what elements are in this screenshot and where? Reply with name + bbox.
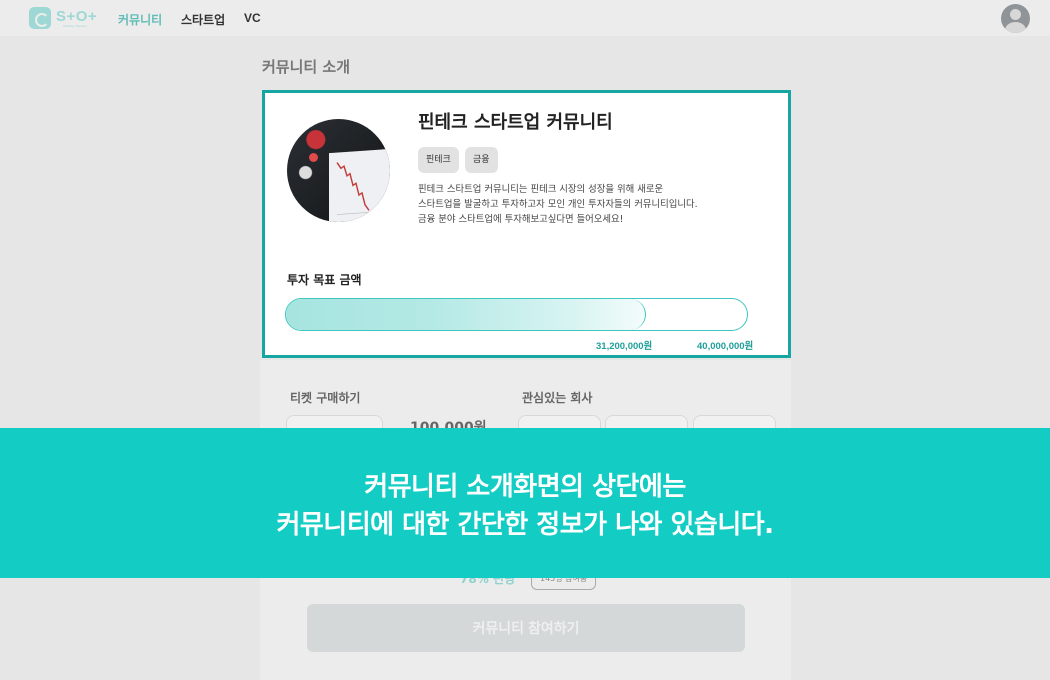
nav-vc[interactable]: VC — [244, 11, 261, 25]
description-line: 핀테크 스타트업 커뮤니티는 핀테크 시장의 성장을 위해 새로운 — [418, 184, 664, 195]
current-amount: 31,200,000원 — [596, 341, 653, 352]
nav-startup[interactable]: 스타트업 — [181, 11, 225, 28]
community-title: 핀테크 스타트업 커뮤니티 — [418, 112, 613, 133]
logo-text: S+O+ — [56, 8, 98, 25]
community-description: 핀테크 스타트업 커뮤니티는 핀테크 시장의 성장을 위해 새로운 스타트업을 … — [418, 182, 758, 227]
description-line: 스타트업을 발굴하고 투자하고자 모인 개인 투자자들의 커뮤니티입니다. — [418, 199, 698, 210]
progress-fill — [286, 299, 646, 330]
logo[interactable]: S+O+ Startup Owners — [29, 7, 101, 29]
tag-finance[interactable]: 금융 — [465, 147, 498, 173]
nav-community[interactable]: 커뮤니티 — [118, 11, 162, 28]
goal-label: 투자 목표 금액 — [287, 273, 362, 287]
banner-line-1: 커뮤니티 소개화면의 상단에는 — [364, 472, 686, 502]
stock-chart-icon — [329, 148, 390, 222]
tag-fintech[interactable]: 핀테크 — [418, 147, 459, 173]
user-avatar-icon[interactable] — [1001, 4, 1030, 33]
logo-subtext: Startup Owners — [63, 24, 87, 28]
community-thumbnail — [287, 119, 390, 222]
caption-banner: 커뮤니티 소개화면의 상단에는 커뮤니티에 대한 간단한 정보가 나와 있습니다… — [0, 428, 1050, 578]
page-title: 커뮤니티 소개 — [262, 58, 351, 76]
red-light-icon — [309, 153, 318, 162]
target-amount: 40,000,000원 — [697, 341, 754, 352]
logo-mark-icon — [29, 7, 51, 29]
description-line: 금융 분야 스타트업에 투자해보고싶다면 들어오세요! — [418, 214, 624, 225]
interest-section-title: 관심있는 회사 — [522, 391, 593, 405]
top-nav-bar: S+O+ Startup Owners 커뮤니티 스타트업 VC — [0, 0, 1050, 36]
banner-line-2: 커뮤니티에 대한 간단한 정보가 나와 있습니다. — [276, 510, 774, 540]
join-community-button[interactable]: 커뮤니티 참여하기 — [307, 604, 745, 652]
ticket-section-title: 티켓 구매하기 — [290, 391, 361, 405]
investment-progress-bar — [285, 298, 748, 331]
community-summary-card: 핀테크 스타트업 커뮤니티 핀테크 금융 핀테크 스타트업 커뮤니티는 핀테크 … — [262, 90, 791, 358]
